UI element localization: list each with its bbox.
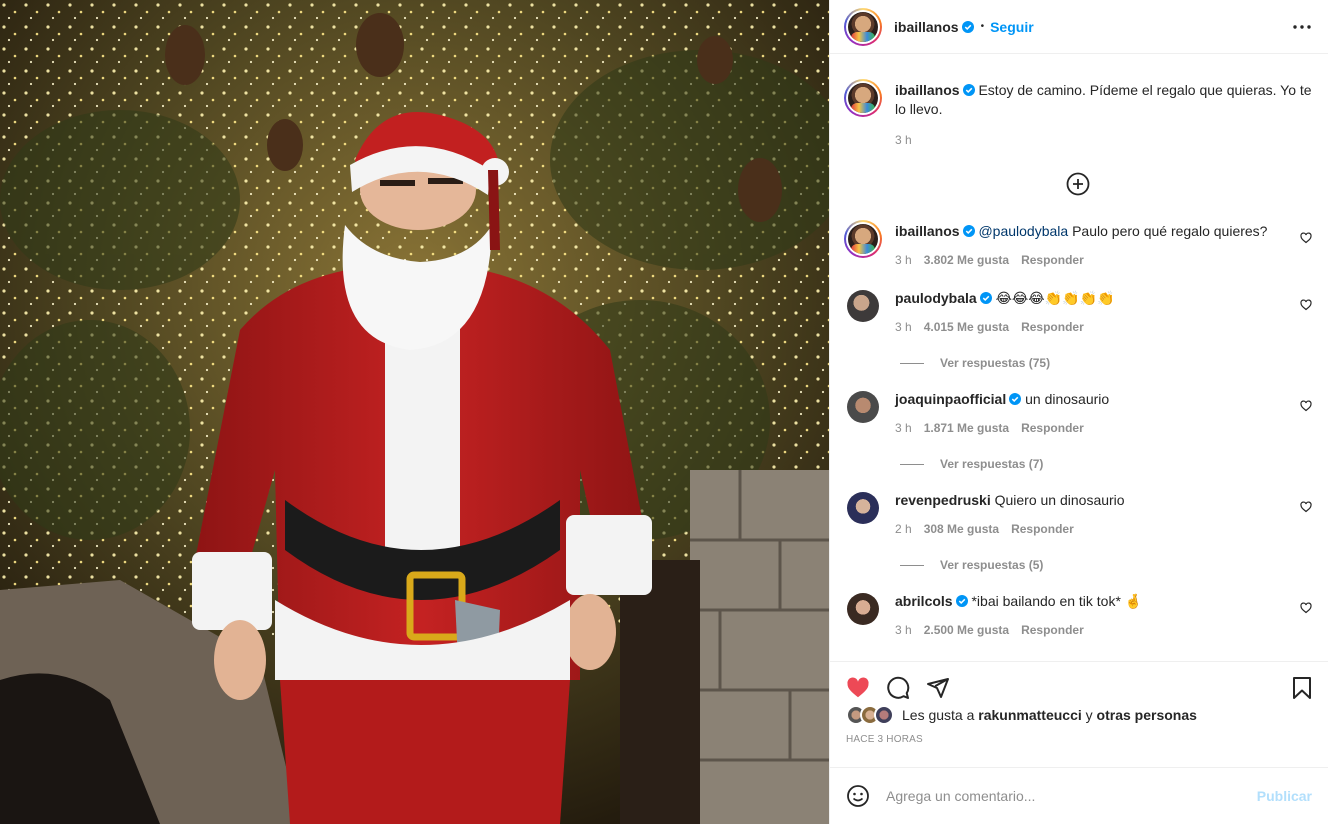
comment-avatar[interactable] [844, 220, 882, 258]
post-caption: ibaillanos Estoy de camino. Pídeme el re… [844, 55, 1312, 150]
reply-button[interactable]: Responder [1021, 421, 1084, 435]
verified-badge-icon [962, 225, 975, 237]
emoji-icon[interactable] [846, 784, 870, 808]
more-options-button[interactable] [1292, 17, 1312, 37]
caption-time: 3 h [895, 133, 912, 147]
action-bar [830, 662, 1328, 714]
comment-avatar[interactable] [847, 391, 879, 423]
comment-time: 3 h [895, 253, 912, 267]
comment-time: 3 h [895, 320, 912, 334]
comment-input[interactable] [886, 788, 1257, 804]
load-more-comments-button[interactable] [844, 172, 1312, 202]
heart-icon[interactable] [846, 676, 870, 700]
verified-badge-icon [955, 595, 968, 607]
comment-likes[interactable]: 308 Me gusta [924, 522, 999, 536]
comment-likes[interactable]: 1.871 Me gusta [924, 421, 1009, 435]
comment-likes[interactable]: 4.015 Me gusta [924, 320, 1009, 334]
verified-badge-icon [961, 20, 974, 33]
comment-text: Paulo pero qué regalo quieres? [1072, 223, 1268, 239]
author-username[interactable]: ibaillanos [894, 19, 959, 35]
comment-text: *ibai bailando en tik tok* 🤞 [971, 593, 1143, 609]
comment-time: 2 h [895, 522, 912, 536]
comment-time: 3 h [895, 421, 912, 435]
comment-item: ibaillanos @paulodybala Paulo pero qué r… [844, 220, 1312, 267]
comment-username[interactable]: revenpedruski [895, 492, 991, 508]
caption-avatar[interactable] [844, 79, 882, 117]
view-replies-button[interactable]: Ver respuestas (5) [900, 558, 1312, 572]
view-replies-button[interactable]: Ver respuestas (75) [900, 356, 1312, 370]
post-photo[interactable] [0, 0, 829, 824]
add-comment-bar: Publicar [830, 767, 1328, 824]
comment-icon[interactable] [886, 676, 910, 700]
view-replies-button[interactable]: Ver respuestas (7) [900, 457, 1312, 471]
heart-icon[interactable] [1300, 501, 1312, 513]
caption-username[interactable]: ibaillanos [895, 82, 960, 98]
comment-username[interactable]: paulodybala [895, 290, 977, 306]
heart-icon[interactable] [1300, 299, 1312, 311]
verified-badge-icon [979, 292, 992, 304]
replies-divider [900, 564, 924, 566]
reply-button[interactable]: Responder [1021, 253, 1084, 267]
comment-text: Quiero un dinosaurio [994, 492, 1125, 508]
comment-username[interactable]: ibaillanos [895, 223, 960, 239]
post-side-panel: ibaillanos • Seguir ibaillanos Estoy de … [829, 0, 1328, 824]
view-replies-label: Ver respuestas (5) [940, 558, 1044, 572]
reply-button[interactable]: Responder [1021, 623, 1084, 637]
comment-mention[interactable]: @paulodybala [978, 223, 1068, 239]
comment-avatar[interactable] [847, 593, 879, 625]
comment-time: 3 h [895, 623, 912, 637]
publish-button[interactable]: Publicar [1257, 788, 1312, 804]
more-options-icon [1293, 25, 1311, 29]
heart-icon[interactable] [1300, 232, 1312, 244]
comment-item: joaquinpaofficial un dinosaurio 3 h 1.87… [844, 388, 1312, 435]
share-icon[interactable] [926, 676, 950, 700]
reply-button[interactable]: Responder [1021, 320, 1084, 334]
comments-list[interactable]: ibaillanos Estoy de camino. Pídeme el re… [830, 55, 1328, 661]
header-separator: • [980, 21, 985, 32]
heart-icon[interactable] [1300, 602, 1312, 614]
bookmark-icon[interactable] [1290, 676, 1314, 700]
view-replies-label: Ver respuestas (7) [940, 457, 1044, 471]
follow-button[interactable]: Seguir [990, 19, 1034, 35]
post-actions-section: Les gusta a rakunmatteucci y otras perso… [830, 661, 1328, 824]
verified-badge-icon [962, 84, 975, 96]
post-photo-image [0, 0, 829, 824]
replies-divider [900, 463, 924, 465]
comment-text: 😂😂😂👏👏👏👏 [995, 290, 1115, 306]
comment-item: paulodybala 😂😂😂👏👏👏👏 3 h 4.015 Me gusta R… [844, 287, 1312, 334]
comment-avatar[interactable] [847, 290, 879, 322]
comment-avatar[interactable] [847, 492, 879, 524]
post-header: ibaillanos • Seguir [830, 0, 1328, 54]
comment-text: un dinosaurio [1025, 391, 1110, 407]
comment-username[interactable]: abrilcols [895, 593, 953, 609]
comment-username[interactable]: joaquinpaofficial [895, 391, 1006, 407]
comment-likes[interactable]: 3.802 Me gusta [924, 253, 1009, 267]
author-avatar[interactable] [844, 7, 882, 46]
verified-badge-icon [1009, 393, 1022, 405]
view-replies-label: Ver respuestas (75) [940, 356, 1051, 370]
replies-divider [900, 362, 924, 364]
post-timestamp[interactable]: HACE 3 HORAS [830, 734, 1328, 745]
add-circle-icon [1066, 172, 1090, 196]
comment-item: revenpedruski Quiero un dinosaurio 2 h 3… [844, 489, 1312, 536]
comment-item: abrilcols *ibai bailando en tik tok* 🤞 3… [844, 590, 1312, 637]
comment-likes[interactable]: 2.500 Me gusta [924, 623, 1009, 637]
reply-button[interactable]: Responder [1011, 522, 1074, 536]
heart-icon[interactable] [1300, 400, 1312, 412]
